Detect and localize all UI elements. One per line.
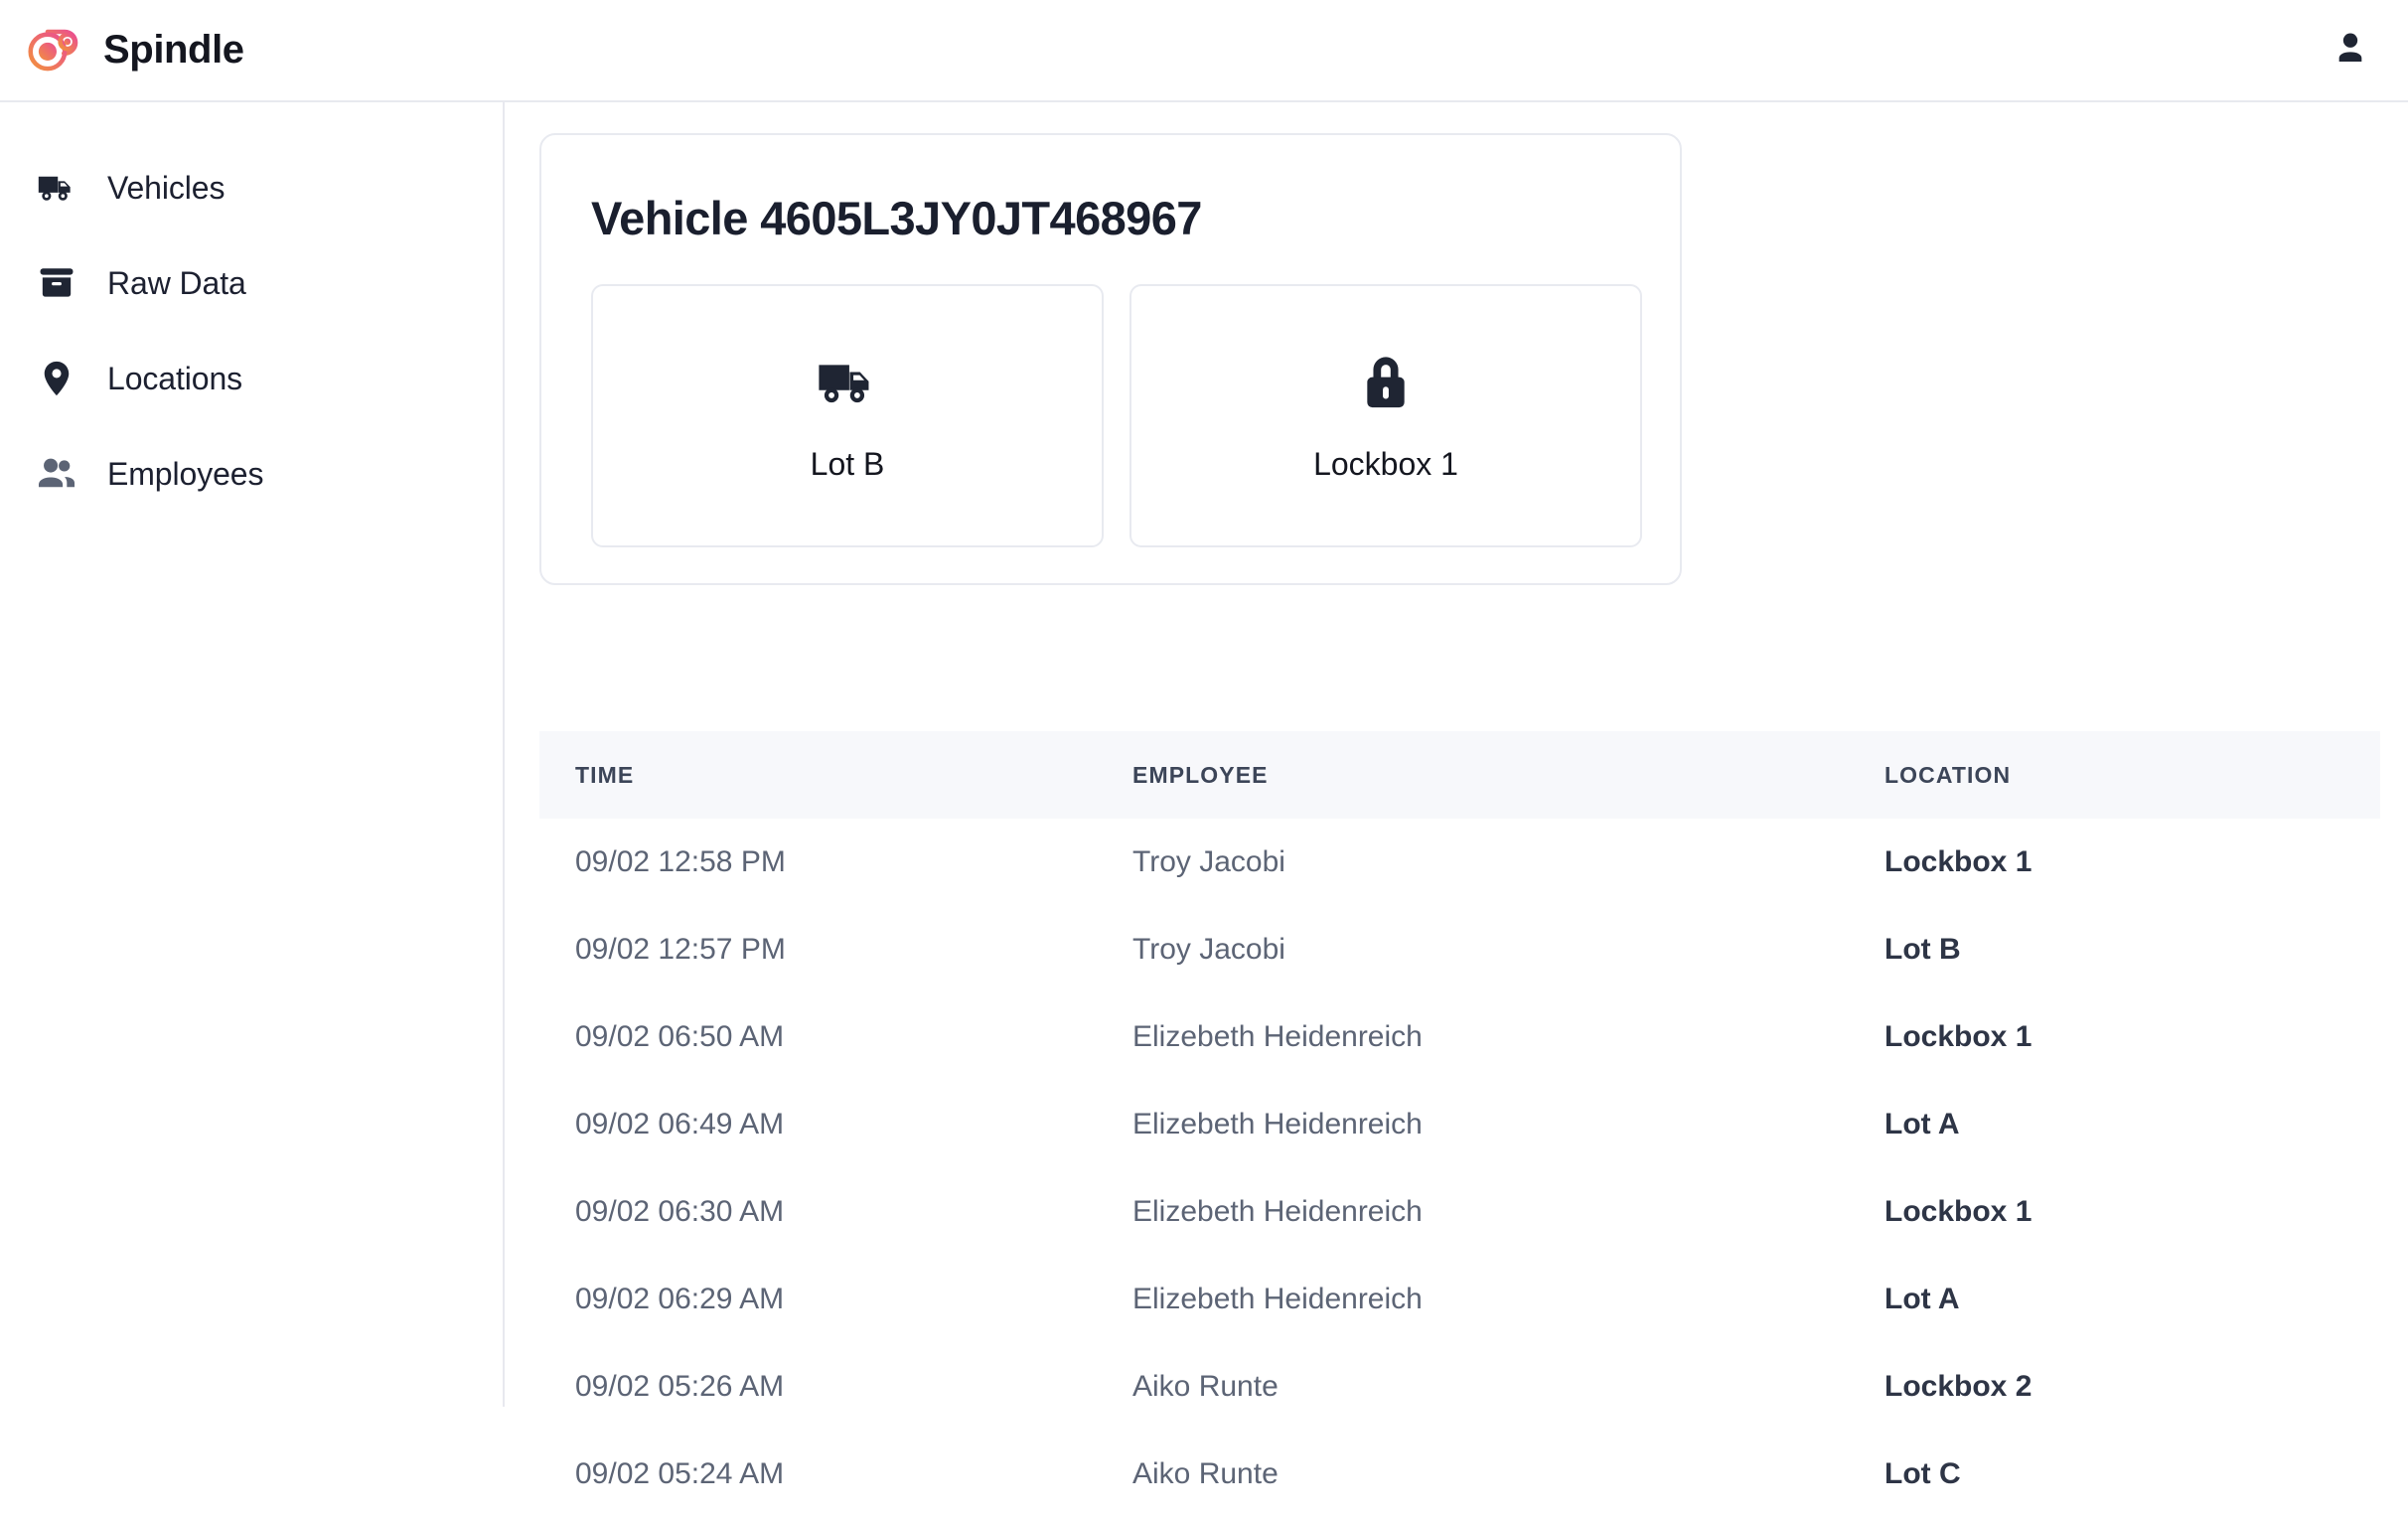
activity-table: TIME EMPLOYEE LOCATION 09/02 12:58 PM Tr… xyxy=(539,731,2380,1518)
cell-employee: Aiko Runte xyxy=(1132,1370,1279,1403)
cell-location: Lot C xyxy=(1884,1457,1961,1490)
spindle-logo-icon xyxy=(28,22,85,79)
truck-icon xyxy=(815,349,880,416)
top-bar: Spindle xyxy=(0,0,2408,102)
cell-employee: Troy Jacobi xyxy=(1132,845,1285,878)
status-tile-label: Lot B xyxy=(810,446,885,482)
user-icon xyxy=(2331,28,2370,73)
table-header-row: TIME EMPLOYEE LOCATION xyxy=(539,731,2380,819)
lock-icon xyxy=(1354,349,1418,416)
table-row[interactable]: 09/02 12:57 PM Troy Jacobi Lot B xyxy=(539,906,2380,993)
status-tile-label: Lockbox 1 xyxy=(1313,446,1458,482)
cell-time: 09/02 12:57 PM xyxy=(575,933,786,966)
cell-employee: Elizebeth Heidenreich xyxy=(1132,1108,1423,1140)
cell-employee: Aiko Runte xyxy=(1132,1457,1279,1490)
page-title: Vehicle 4605L3JY0JT468967 xyxy=(591,192,1202,244)
column-header-employee: EMPLOYEE xyxy=(1132,761,1269,788)
cell-time: 09/02 12:58 PM xyxy=(575,845,786,878)
table-row[interactable]: 09/02 05:24 AM Aiko Runte Lot C xyxy=(539,1431,2380,1518)
status-tile-location[interactable]: Lot B xyxy=(591,284,1104,547)
table-row[interactable]: 09/02 06:50 AM Elizebeth Heidenreich Loc… xyxy=(539,993,2380,1081)
cell-location: Lockbox 1 xyxy=(1884,1020,2032,1053)
sidebar-item-vehicles[interactable]: Vehicles xyxy=(0,158,503,218)
user-menu-button[interactable] xyxy=(2327,27,2374,75)
table-row[interactable]: 09/02 06:30 AM Elizebeth Heidenreich Loc… xyxy=(539,1168,2380,1256)
map-pin-icon xyxy=(36,358,77,399)
cell-location: Lot A xyxy=(1884,1108,1960,1140)
main-content: Vehicle 4605L3JY0JT468967 Lot B Lockbox … xyxy=(507,102,2408,1490)
cell-employee: Troy Jacobi xyxy=(1132,933,1285,966)
sidebar-item-locations[interactable]: Locations xyxy=(0,349,503,408)
cell-location: Lockbox 1 xyxy=(1884,845,2032,878)
cell-time: 09/02 06:30 AM xyxy=(575,1195,785,1228)
sidebar-item-label: Locations xyxy=(107,360,243,396)
table-row[interactable]: 09/02 06:29 AM Elizebeth Heidenreich Lot… xyxy=(539,1256,2380,1343)
status-tile-lockbox[interactable]: Lockbox 1 xyxy=(1129,284,1642,547)
cell-time: 09/02 05:26 AM xyxy=(575,1370,785,1403)
sidebar-item-label: Vehicles xyxy=(107,169,226,206)
cell-location: Lot B xyxy=(1884,933,1961,966)
column-header-time: TIME xyxy=(575,761,635,788)
cell-time: 09/02 05:24 AM xyxy=(575,1457,785,1490)
brand-name: Spindle xyxy=(103,28,244,72)
sidebar: Vehicles Raw Data Locations Employees xyxy=(0,102,505,1407)
archive-box-icon xyxy=(36,262,77,304)
cell-time: 09/02 06:29 AM xyxy=(575,1283,785,1315)
table-row[interactable]: 09/02 06:49 AM Elizebeth Heidenreich Lot… xyxy=(539,1081,2380,1168)
cell-location: Lockbox 2 xyxy=(1884,1370,2032,1403)
cell-time: 09/02 06:49 AM xyxy=(575,1108,785,1140)
cell-location: Lockbox 1 xyxy=(1884,1195,2032,1228)
truck-icon xyxy=(36,167,77,209)
table-row[interactable]: 09/02 12:58 PM Troy Jacobi Lockbox 1 xyxy=(539,819,2380,906)
status-tiles: Lot B Lockbox 1 xyxy=(591,284,1642,547)
sidebar-item-label: Raw Data xyxy=(107,264,246,301)
sidebar-item-employees[interactable]: Employees xyxy=(0,444,503,504)
sidebar-item-raw-data[interactable]: Raw Data xyxy=(0,253,503,313)
cell-time: 09/02 06:50 AM xyxy=(575,1020,785,1053)
cell-employee: Elizebeth Heidenreich xyxy=(1132,1020,1423,1053)
cell-location: Lot A xyxy=(1884,1283,1960,1315)
table-row[interactable]: 09/02 05:26 AM Aiko Runte Lockbox 2 xyxy=(539,1343,2380,1431)
sidebar-item-label: Employees xyxy=(107,455,264,492)
cell-employee: Elizebeth Heidenreich xyxy=(1132,1195,1423,1228)
users-icon xyxy=(36,453,77,495)
column-header-location: LOCATION xyxy=(1884,761,2012,788)
cell-employee: Elizebeth Heidenreich xyxy=(1132,1283,1423,1315)
vehicle-summary-card: Vehicle 4605L3JY0JT468967 Lot B Lockbox … xyxy=(539,133,1682,585)
brand[interactable]: Spindle xyxy=(28,22,244,79)
